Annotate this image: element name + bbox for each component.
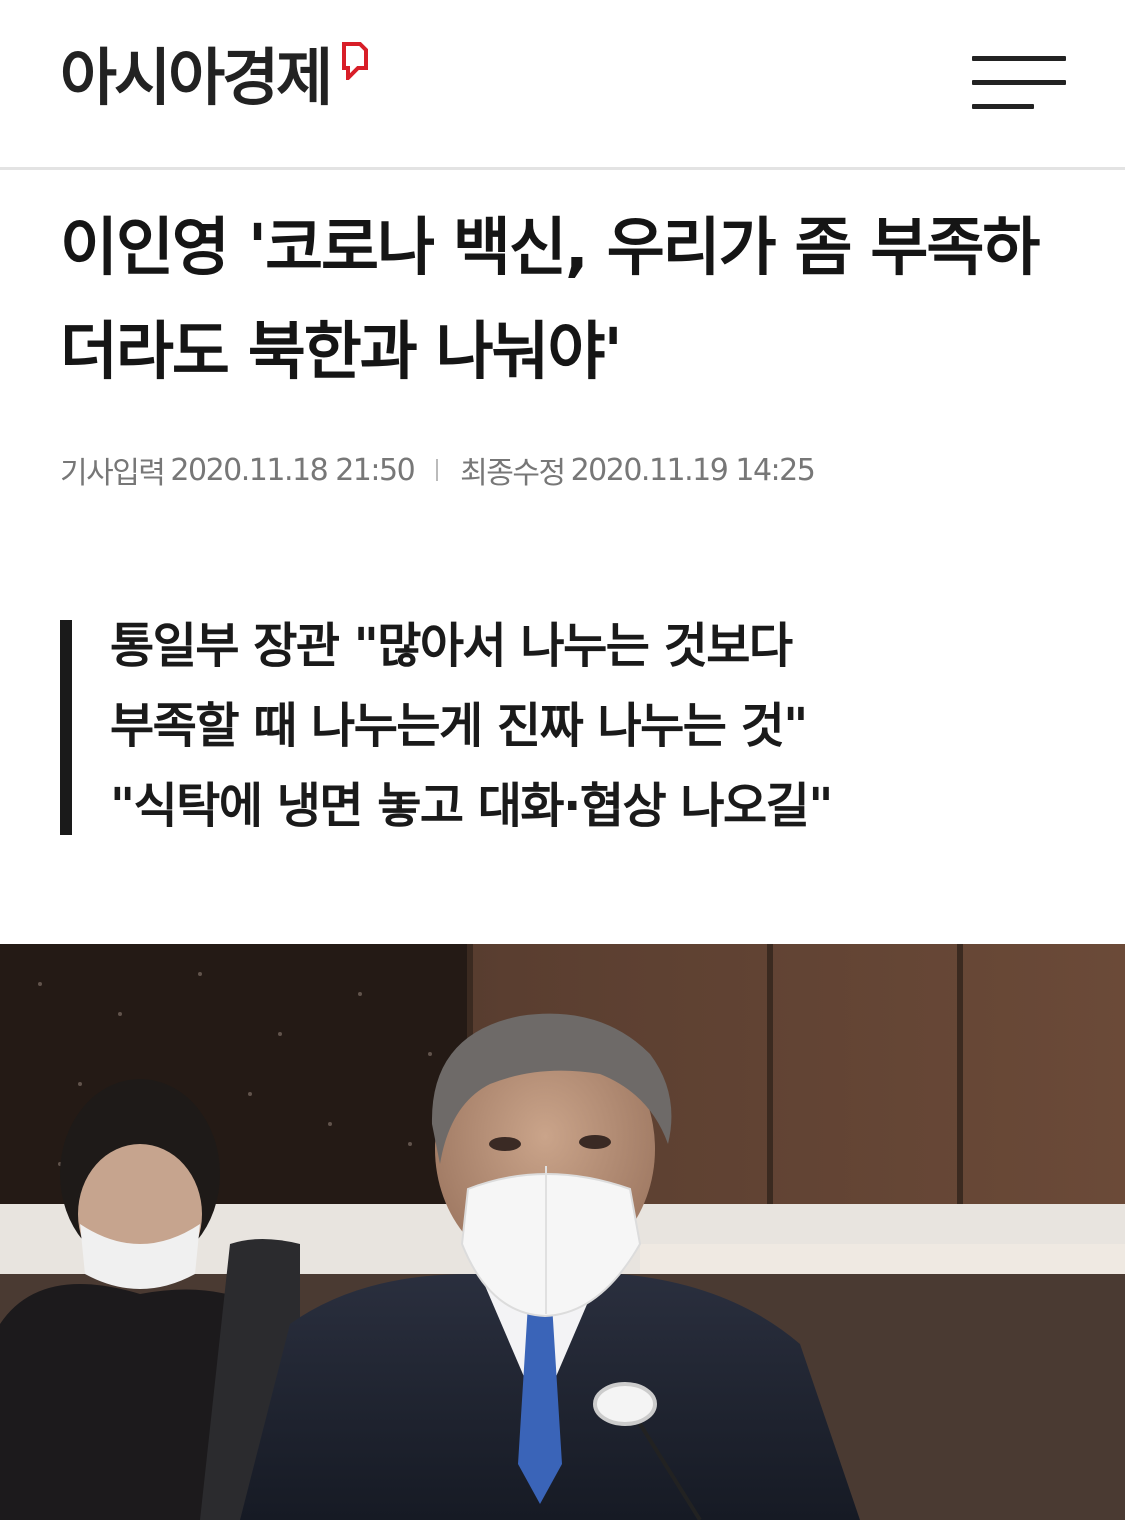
site-logo[interactable]: 아시아경제 xyxy=(60,38,370,118)
subtitle-accent-bar xyxy=(60,620,72,835)
logo-mark-icon xyxy=(342,42,369,80)
published-date: 2020.11.18 21:50 xyxy=(170,452,415,488)
logo-text: 아시아경제 xyxy=(60,41,333,114)
article-page: 아시아경제 이인영 '코로나 백신, 우리가 좀 부족하더라도 북한과 나눠야'… xyxy=(0,0,1125,1520)
article-photo[interactable] xyxy=(0,944,1125,1520)
modified-label: 최종수정 xyxy=(460,456,566,491)
press-conference-photo xyxy=(0,944,1125,1520)
date-divider xyxy=(436,459,439,481)
hamburger-menu-icon[interactable] xyxy=(972,56,1066,110)
subtitle-line: 통일부 장관 "많아서 나누는 것보다 xyxy=(110,618,793,674)
article-subtitle: 통일부 장관 "많아서 나누는 것보다 부족할 때 나누는게 진짜 나누는 것"… xyxy=(60,618,1060,835)
article-headline: 이인영 '코로나 백신, 우리가 좀 부족하더라도 북한과 나눠야' xyxy=(60,211,1040,388)
subtitle-line: "식탁에 냉면 놓고 대화·협상 나오길" xyxy=(110,778,833,834)
subtitle-line: 부족할 때 나누는게 진짜 나누는 것" xyxy=(110,698,808,754)
modified-date: 2020.11.19 14:25 xyxy=(570,452,816,488)
published-label: 기사입력 xyxy=(60,456,166,491)
site-header: 아시아경제 xyxy=(0,0,1125,170)
article-dates: 기사입력 2020.11.18 21:50 최종수정 2020.11.19 14… xyxy=(60,448,816,492)
